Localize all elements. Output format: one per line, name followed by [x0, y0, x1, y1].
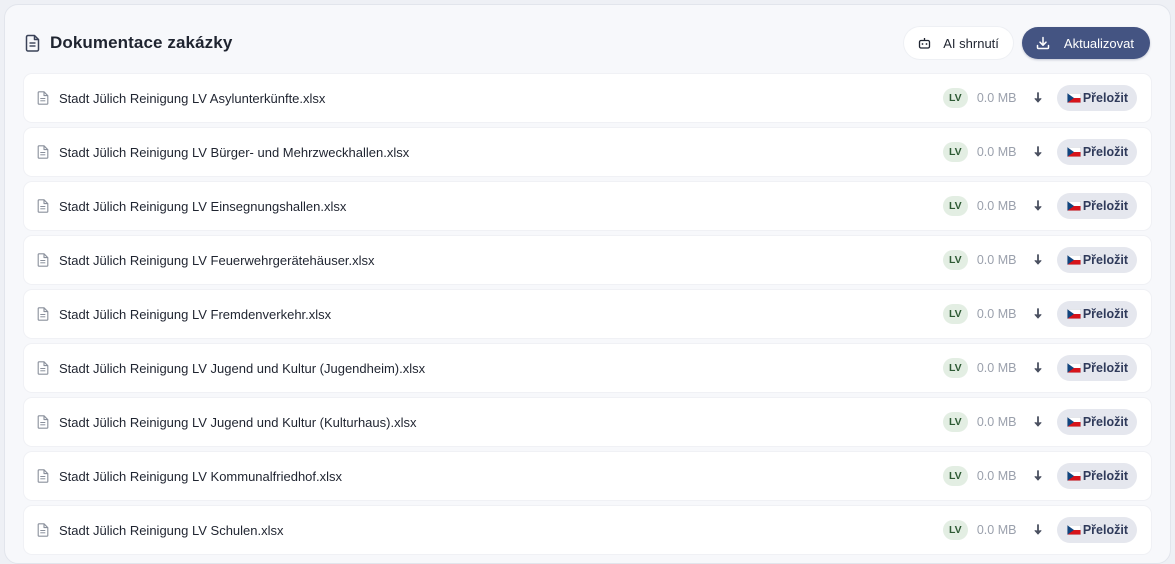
translate-button[interactable]: Přeložit: [1056, 247, 1137, 273]
document-icon: [25, 34, 41, 52]
file-icon: [36, 414, 50, 430]
arrow-down-icon[interactable]: [1031, 414, 1045, 430]
translate-button[interactable]: Přeložit: [1056, 193, 1137, 219]
file-size: 0.0 MB: [976, 361, 1017, 375]
translate-label: Přeložit: [1082, 415, 1128, 429]
file-icon: [36, 198, 50, 214]
file-type-badge: LV: [942, 520, 968, 540]
czech-flag-icon: [1066, 255, 1081, 265]
czech-flag-icon: [1066, 417, 1081, 427]
czech-flag-icon: [1066, 471, 1081, 481]
file-row[interactable]: Stadt Jülich Reinigung LV Einsegnungshal…: [24, 182, 1151, 230]
file-type-badge: LV: [942, 466, 968, 486]
arrow-down-icon[interactable]: [1031, 306, 1045, 322]
file-name[interactable]: Stadt Jülich Reinigung LV Einsegnungshal…: [59, 199, 943, 214]
file-row[interactable]: Stadt Jülich Reinigung LV Bürger- und Me…: [24, 128, 1151, 176]
translate-label: Přeložit: [1082, 523, 1128, 537]
file-size: 0.0 MB: [976, 523, 1017, 537]
czech-flag-icon: [1066, 147, 1081, 157]
file-name[interactable]: Stadt Jülich Reinigung LV Bürger- und Me…: [59, 145, 943, 160]
file-icon: [36, 468, 50, 484]
page-title: Dokumentace zakázky: [50, 33, 233, 52]
file-icon: [36, 522, 50, 538]
translate-label: Přeložit: [1082, 361, 1128, 375]
translate-label: Přeložit: [1082, 91, 1128, 105]
arrow-down-icon[interactable]: [1031, 522, 1045, 538]
file-row[interactable]: Stadt Jülich Reinigung LV Jugend und Kul…: [24, 344, 1151, 392]
czech-flag-icon: [1066, 525, 1081, 535]
file-row[interactable]: Stadt Jülich Reinigung LV Schulen.xlsx L…: [24, 506, 1151, 554]
translate-button[interactable]: Přeložit: [1056, 409, 1137, 435]
file-name[interactable]: Stadt Jülich Reinigung LV Jugend und Kul…: [59, 361, 943, 376]
file-type-badge: LV: [942, 88, 968, 108]
translate-label: Přeložit: [1082, 469, 1128, 483]
title-group: Dokumentace zakázky: [25, 33, 232, 53]
arrow-down-icon[interactable]: [1031, 252, 1045, 268]
file-type-badge: LV: [942, 196, 968, 216]
arrow-down-icon[interactable]: [1031, 360, 1045, 376]
file-size: 0.0 MB: [976, 415, 1017, 429]
translate-label: Přeložit: [1082, 199, 1128, 213]
arrow-down-icon[interactable]: [1031, 144, 1045, 160]
file-type-badge: LV: [942, 304, 968, 324]
ai-summary-label: AI shrnutí: [943, 35, 999, 51]
czech-flag-icon: [1066, 363, 1081, 373]
file-type-badge: LV: [942, 250, 968, 270]
file-size: 0.0 MB: [976, 145, 1017, 159]
file-name[interactable]: Stadt Jülich Reinigung LV Schulen.xlsx: [59, 523, 943, 538]
translate-button[interactable]: Přeložit: [1056, 355, 1137, 381]
file-row[interactable]: Stadt Jülich Reinigung LV Asylunterkünft…: [24, 74, 1151, 122]
translate-button[interactable]: Přeložit: [1056, 517, 1137, 543]
update-label: Aktualizovat: [1063, 35, 1134, 51]
file-name[interactable]: Stadt Jülich Reinigung LV Kommunalfriedh…: [59, 469, 943, 484]
file-row[interactable]: Stadt Jülich Reinigung LV Feuerwehrgerät…: [24, 236, 1151, 284]
file-type-badge: LV: [942, 358, 968, 378]
file-row[interactable]: Stadt Jülich Reinigung LV Fremdenverkehr…: [24, 290, 1151, 338]
translate-button[interactable]: Přeložit: [1056, 85, 1137, 111]
file-row[interactable]: Stadt Jülich Reinigung LV Jugend und Kul…: [24, 398, 1151, 446]
file-name[interactable]: Stadt Jülich Reinigung LV Feuerwehrgerät…: [59, 253, 943, 268]
translate-label: Přeložit: [1082, 145, 1128, 159]
translate-button[interactable]: Přeložit: [1056, 301, 1137, 327]
robot-icon: [918, 37, 931, 49]
file-icon: [36, 306, 50, 322]
file-icon: [36, 252, 50, 268]
panel-header: Dokumentace zakázky AI shrnutí Aktualizo…: [25, 25, 1150, 61]
czech-flag-icon: [1066, 201, 1081, 211]
ai-summary-button[interactable]: AI shrnutí: [904, 27, 1013, 59]
file-name[interactable]: Stadt Jülich Reinigung LV Fremdenverkehr…: [59, 307, 943, 322]
file-size: 0.0 MB: [976, 307, 1017, 321]
translate-label: Přeložit: [1082, 253, 1128, 267]
file-size: 0.0 MB: [976, 253, 1017, 267]
file-icon: [36, 144, 50, 160]
file-icon: [36, 90, 50, 106]
czech-flag-icon: [1066, 309, 1081, 319]
update-button[interactable]: Aktualizovat: [1021, 27, 1150, 59]
translate-label: Přeložit: [1082, 307, 1128, 321]
czech-flag-icon: [1066, 93, 1081, 103]
file-name[interactable]: Stadt Jülich Reinigung LV Asylunterkünft…: [59, 91, 943, 106]
file-size: 0.0 MB: [976, 199, 1017, 213]
header-actions: AI shrnutí Aktualizovat: [904, 27, 1150, 59]
translate-button[interactable]: Přeložit: [1056, 139, 1137, 165]
file-icon: [36, 360, 50, 376]
translate-button[interactable]: Přeložit: [1056, 463, 1137, 489]
file-type-badge: LV: [942, 412, 968, 432]
file-size: 0.0 MB: [976, 91, 1017, 105]
arrow-down-icon[interactable]: [1031, 90, 1045, 106]
file-name[interactable]: Stadt Jülich Reinigung LV Jugend und Kul…: [59, 415, 943, 430]
file-size: 0.0 MB: [976, 469, 1017, 483]
arrow-down-icon[interactable]: [1031, 468, 1045, 484]
file-row[interactable]: Stadt Jülich Reinigung LV Kommunalfriedh…: [24, 452, 1151, 500]
file-list: Stadt Jülich Reinigung LV Asylunterkünft…: [24, 74, 1151, 560]
file-type-badge: LV: [942, 142, 968, 162]
arrow-down-icon[interactable]: [1031, 198, 1045, 214]
download-icon: [1036, 36, 1050, 50]
documentation-panel: Dokumentace zakázky AI shrnutí Aktualizo…: [4, 4, 1171, 564]
